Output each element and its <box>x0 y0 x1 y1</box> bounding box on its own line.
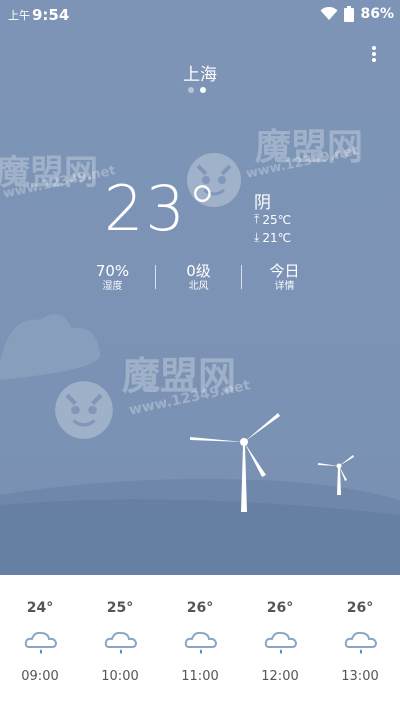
devil-logo-icon <box>55 381 113 439</box>
humidity-label: 湿度 <box>102 281 123 292</box>
hour-time: 13:00 <box>341 669 379 684</box>
page-indicator <box>188 87 206 93</box>
hour-temperature: 24° <box>26 600 54 616</box>
high-temperature: ⤒ 25℃ <box>254 212 291 227</box>
wifi-icon <box>320 7 338 20</box>
hour-temperature: 26° <box>266 600 294 616</box>
hour-temperature: 26° <box>346 600 374 616</box>
hour-time: 11:00 <box>181 669 219 684</box>
status-bar: 上午 9:54 86% <box>0 0 400 30</box>
hour-temperature: 25° <box>106 600 134 616</box>
low-temperature: ⤓ 21℃ <box>254 230 291 245</box>
hourly-forecast[interactable]: 24° 09:00 25° 10:00 26° 11:00 26° 12:00 … <box>0 575 400 710</box>
hour-time: 09:00 <box>21 669 59 684</box>
wind-label: 北风 <box>188 281 209 292</box>
wind-stat: 0级 北风 <box>156 262 241 298</box>
today-label: 今日 <box>269 262 300 280</box>
low-temperature-value: 21℃ <box>262 230 292 245</box>
battery-icon <box>344 6 355 22</box>
page-dot-active <box>200 87 206 93</box>
weather-background: 上午 9:54 86% 上海 魔盟网 www.12349.net 魔盟网 www… <box>0 0 400 575</box>
high-temperature-value: 25℃ <box>262 212 292 227</box>
front-hill <box>0 499 400 575</box>
weather-condition: 阴 <box>254 193 271 213</box>
status-icons: 86% <box>320 6 394 22</box>
city-name[interactable]: 上海 <box>0 60 400 85</box>
hour-time: 12:00 <box>261 669 299 684</box>
humidity-value: 70% <box>95 262 130 280</box>
today-details-button[interactable]: 今日 详情 <box>242 262 327 298</box>
weather-stats: 70% 湿度 0级 北风 今日 详情 <box>70 262 350 298</box>
status-time: 9:54 <box>32 6 70 24</box>
light-rain-icon <box>264 631 298 654</box>
humidity-stat: 70% 湿度 <box>70 262 155 298</box>
light-rain-icon <box>184 631 218 654</box>
hour-temperature: 26° <box>186 600 214 616</box>
details-label: 详情 <box>274 281 295 292</box>
light-rain-icon <box>104 631 138 654</box>
light-rain-icon <box>344 631 378 654</box>
hour-time: 10:00 <box>101 669 139 684</box>
status-ampm: 上午 <box>8 9 30 22</box>
light-rain-icon <box>24 631 58 654</box>
battery-percent: 86% <box>360 6 394 22</box>
cloud-icon <box>0 314 100 380</box>
arrow-up-icon: ⤒ <box>254 212 260 226</box>
arrow-down-icon: ⤓ <box>254 230 260 244</box>
page-dot <box>188 87 194 93</box>
wind-value: 0级 <box>186 262 211 280</box>
current-temperature: 23° <box>104 172 220 245</box>
